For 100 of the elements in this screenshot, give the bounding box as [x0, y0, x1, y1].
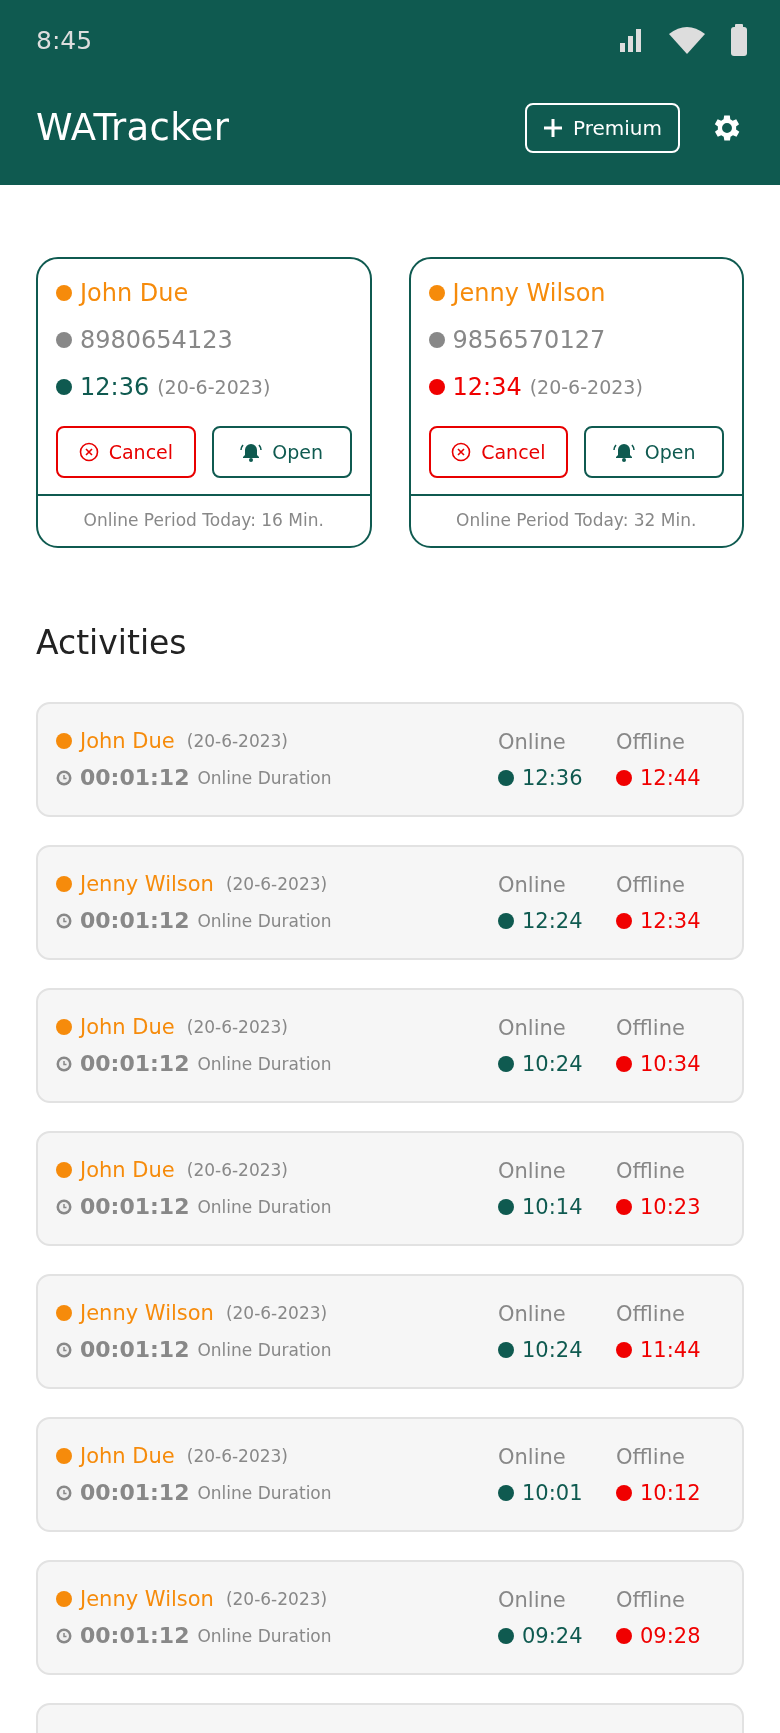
offline-time: 09:28: [640, 1623, 701, 1648]
duration-label: Online Duration: [197, 1625, 332, 1646]
cancel-icon: [78, 442, 99, 462]
clock-icon: [56, 1198, 72, 1215]
online-label: Online: [498, 1444, 567, 1469]
offline-label: Offline: [616, 1587, 686, 1612]
open-button[interactable]: Open: [584, 426, 724, 478]
duration-label: Online Duration: [197, 1339, 332, 1360]
clock-icon: [56, 1055, 72, 1072]
status-dot: [616, 1341, 632, 1358]
duration-value: 00:01:12: [80, 908, 190, 933]
cancel-button[interactable]: Cancel: [428, 426, 569, 478]
duration-value: 00:01:12: [80, 1051, 190, 1076]
plus-icon: [543, 117, 563, 138]
section-heading: Activities: [36, 623, 188, 662]
activity-date: (20-6-2023): [225, 1589, 328, 1609]
status-dot: [498, 1341, 514, 1358]
offline-time: 10:34: [640, 1051, 701, 1076]
clock-icon: [56, 1484, 72, 1501]
last-seen-date: (20-6-2023): [157, 376, 271, 398]
contact-name: Jenny Wilson: [80, 1301, 214, 1325]
duration-value: 00:01:12: [80, 1623, 190, 1648]
offline-label: Offline: [616, 1301, 686, 1326]
activity-date: (20-6-2023): [225, 874, 328, 894]
status-dot: [498, 769, 514, 786]
status-dot: [428, 285, 445, 301]
duration-value: 00:01:12: [80, 765, 190, 790]
last-seen-time: 12:36: [80, 373, 150, 401]
activity-card[interactable]: John Due (20-6-2023) 00:01:12 Online Duration Online 12:36 Offline 12:44: [36, 702, 744, 817]
contact-name: John Due: [80, 279, 189, 307]
offline-time: 10:12: [640, 1480, 701, 1505]
status-dot: [498, 1198, 514, 1215]
status-dot: [616, 769, 632, 786]
status-dot: [616, 912, 632, 929]
status-dot: [56, 733, 72, 749]
battery-icon: [730, 24, 748, 56]
duration-value: 00:01:12: [80, 1337, 190, 1362]
status-dot: [56, 876, 72, 892]
contact-name: Jenny Wilson: [452, 279, 606, 307]
online-time: 10:24: [522, 1337, 583, 1362]
online-period-text: Online Period Today: 32 Min.: [410, 494, 742, 546]
premium-button[interactable]: Premium: [525, 102, 680, 153]
clock-icon: [56, 1627, 72, 1644]
activity-card[interactable]: John Due (20-6-2023) 00:01:12 Online Duration Online 10:24 Offline 10:34: [36, 988, 744, 1103]
activity-card[interactable]: Jenny Wilson (20-6-2023) 00:01:12 Online Duration Online 10:24 Offline 11:44: [36, 1274, 744, 1389]
status-dot: [56, 332, 72, 348]
online-time: 12:36: [522, 765, 583, 790]
clock-icon: [56, 769, 72, 786]
activity-card[interactable]: Jenny Wilson (20-6-2023) 00:01:12 Online Duration Online 12:24 Offline 12:34: [36, 845, 744, 960]
offline-time: 12:34: [640, 908, 701, 933]
online-time: 12:24: [522, 908, 583, 933]
status-dot: [56, 1019, 72, 1035]
contact-name: John Due: [80, 1158, 175, 1182]
status-dot: [56, 285, 72, 301]
duration-label: Online Duration: [197, 767, 332, 788]
offline-label: Offline: [616, 729, 686, 754]
clock-icon: [56, 1341, 72, 1358]
online-label: Online: [498, 872, 567, 897]
online-time: 10:14: [522, 1194, 583, 1219]
online-label: Online: [498, 1158, 567, 1183]
status-dot: [616, 1484, 632, 1501]
status-dot: [56, 1162, 72, 1178]
status-dot: [56, 1591, 72, 1607]
status-dot: [56, 1305, 72, 1321]
activity-date: (20-6-2023): [225, 1303, 328, 1323]
duration-label: Online Duration: [197, 1196, 332, 1217]
status-dot: [616, 1198, 632, 1215]
status-dot: [498, 1055, 514, 1072]
offline-time: 11:44: [640, 1337, 701, 1362]
phone-number: 8980654123: [80, 326, 233, 354]
activity-date: (20-6-2023): [186, 1017, 288, 1037]
offline-label: Offline: [616, 1015, 686, 1040]
open-button[interactable]: Open: [211, 426, 352, 478]
activity-date: (20-6-2023): [186, 1446, 288, 1466]
cancel-button[interactable]: Cancel: [56, 426, 196, 478]
status-dot: [498, 1484, 514, 1501]
last-seen-date: (20-6-2023): [529, 376, 643, 398]
status-time: 8:45: [36, 25, 93, 55]
online-label: Online: [498, 729, 567, 754]
status-dot: [56, 1448, 72, 1464]
duration-label: Online Duration: [197, 910, 332, 931]
activity-card[interactable]: John Due (20-6-2023) 00:01:12 Online Duration Online 10:01 Offline 10:12: [36, 1417, 744, 1532]
offline-label: Offline: [616, 872, 686, 897]
online-label: Online: [498, 1301, 567, 1326]
duration-label: Online Duration: [197, 1053, 332, 1074]
activity-card[interactable]: Jenny Wilson (20-6-2023) 00:01:12 Online Duration Online 09:24 Offline 09:28: [36, 1560, 744, 1675]
last-seen-time: 12:34: [452, 373, 522, 401]
contact-name: John Due: [80, 1444, 175, 1468]
status-dot: [616, 1055, 632, 1072]
contact-name: John Due: [80, 1015, 175, 1039]
status-dot: [498, 912, 514, 929]
status-dot: [616, 1627, 632, 1644]
activity-card[interactable]: John Due (20-6-2023) 00:01:12 Online Duration Online 10:14 Offline 10:23: [36, 1131, 744, 1246]
signal-icon: [618, 27, 644, 53]
app-title: WATracker: [36, 106, 230, 149]
online-period-text: Online Period Today: 16 Min.: [38, 494, 370, 546]
online-time: 10:01: [522, 1480, 583, 1505]
duration-value: 00:01:12: [80, 1194, 190, 1219]
online-label: Online: [498, 1587, 567, 1612]
online-time: 09:24: [522, 1623, 583, 1648]
